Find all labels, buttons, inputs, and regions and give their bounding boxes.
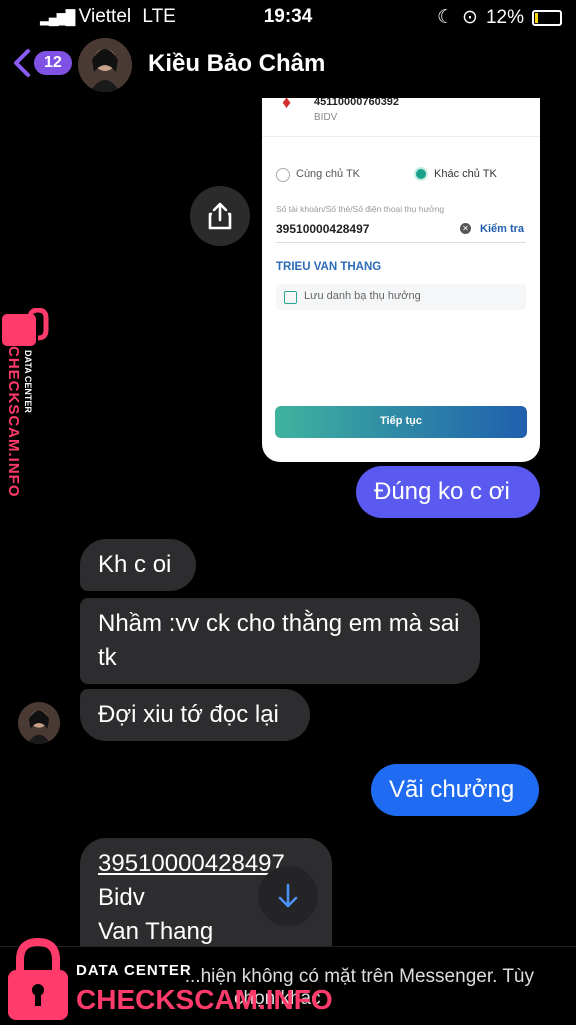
status-right: ☾ ⊙ 12% [437,6,562,29]
unread-badge: 12 [34,51,72,75]
field-underline [276,242,526,243]
back-chevron-icon [14,49,30,77]
watermark-bottom: DATA CENTER CHECKSCAM.INFO [6,938,346,1022]
contact-name[interactable]: Kiều Bảo Châm [148,50,325,78]
back-button[interactable]: 12 [12,48,72,78]
message-incoming[interactable]: Kh c oi [80,539,196,591]
scroll-down-arrow-icon [278,883,298,908]
share-button[interactable] [190,186,250,246]
top-bank: BIDV [314,112,338,123]
option-same: Cùng chủ TK [296,168,361,180]
rotation-lock-icon: ⊙ [462,7,478,28]
divider [262,136,540,137]
account-field-label: Số tài khoản/Số thẻ/Số điện thoại thụ hư… [276,204,445,214]
checkbox [284,291,297,304]
avatar[interactable] [18,702,60,744]
account-field-value: 39510000428497 [276,222,370,236]
message-incoming[interactable]: Nhầm :vv ck cho thằng em mà sai tk [80,598,480,684]
radio-same [276,168,290,182]
save-contact-row: Lưu danh bạ thụ hưởng [276,284,526,310]
radio-other [416,169,426,179]
scroll-down-button[interactable] [258,866,318,926]
lock-icon [2,307,49,346]
continue-button: Tiếp tục [275,406,527,438]
option-other: Khác chủ TK [434,168,497,180]
watermark-label: DATA CENTER [76,962,192,979]
message-outgoing[interactable]: Vãi chưởng [371,764,539,816]
watermark-site: CHECKSCAM.INFO [76,984,333,1015]
avatar[interactable] [78,38,132,92]
bank-logo-icon: ♦ [282,98,292,112]
battery-percent: 12% [485,6,524,28]
lock-icon [8,938,68,1020]
watermark-side-text: CHECKSCAM.INFO DATA CENTER [5,346,33,498]
status-bar: ▂▄▆█ Viettel LTE 19:34 ☾ ⊙ 12% [0,0,576,32]
moon-icon: ☾ [437,7,455,28]
top-account: 45110000760392 [314,98,400,108]
check-link: Kiểm tra [480,223,525,235]
save-contact-label: Lưu danh bạ thụ hưởng [304,290,421,302]
message-incoming[interactable]: Đợi xiu tớ đọc lại [80,689,310,741]
clear-icon: ✕ [460,223,471,234]
message-outgoing[interactable]: Đúng ko c ơi [356,466,540,518]
shared-image[interactable]: ♦ 45110000760392 BIDV Cùng chủ TK Khác c… [262,98,540,462]
chat-header: 12 Kiều Bảo Châm [0,34,576,98]
share-icon [208,202,232,230]
beneficiary-name: TRIEU VAN THANG [276,261,382,273]
battery-icon [532,9,562,26]
